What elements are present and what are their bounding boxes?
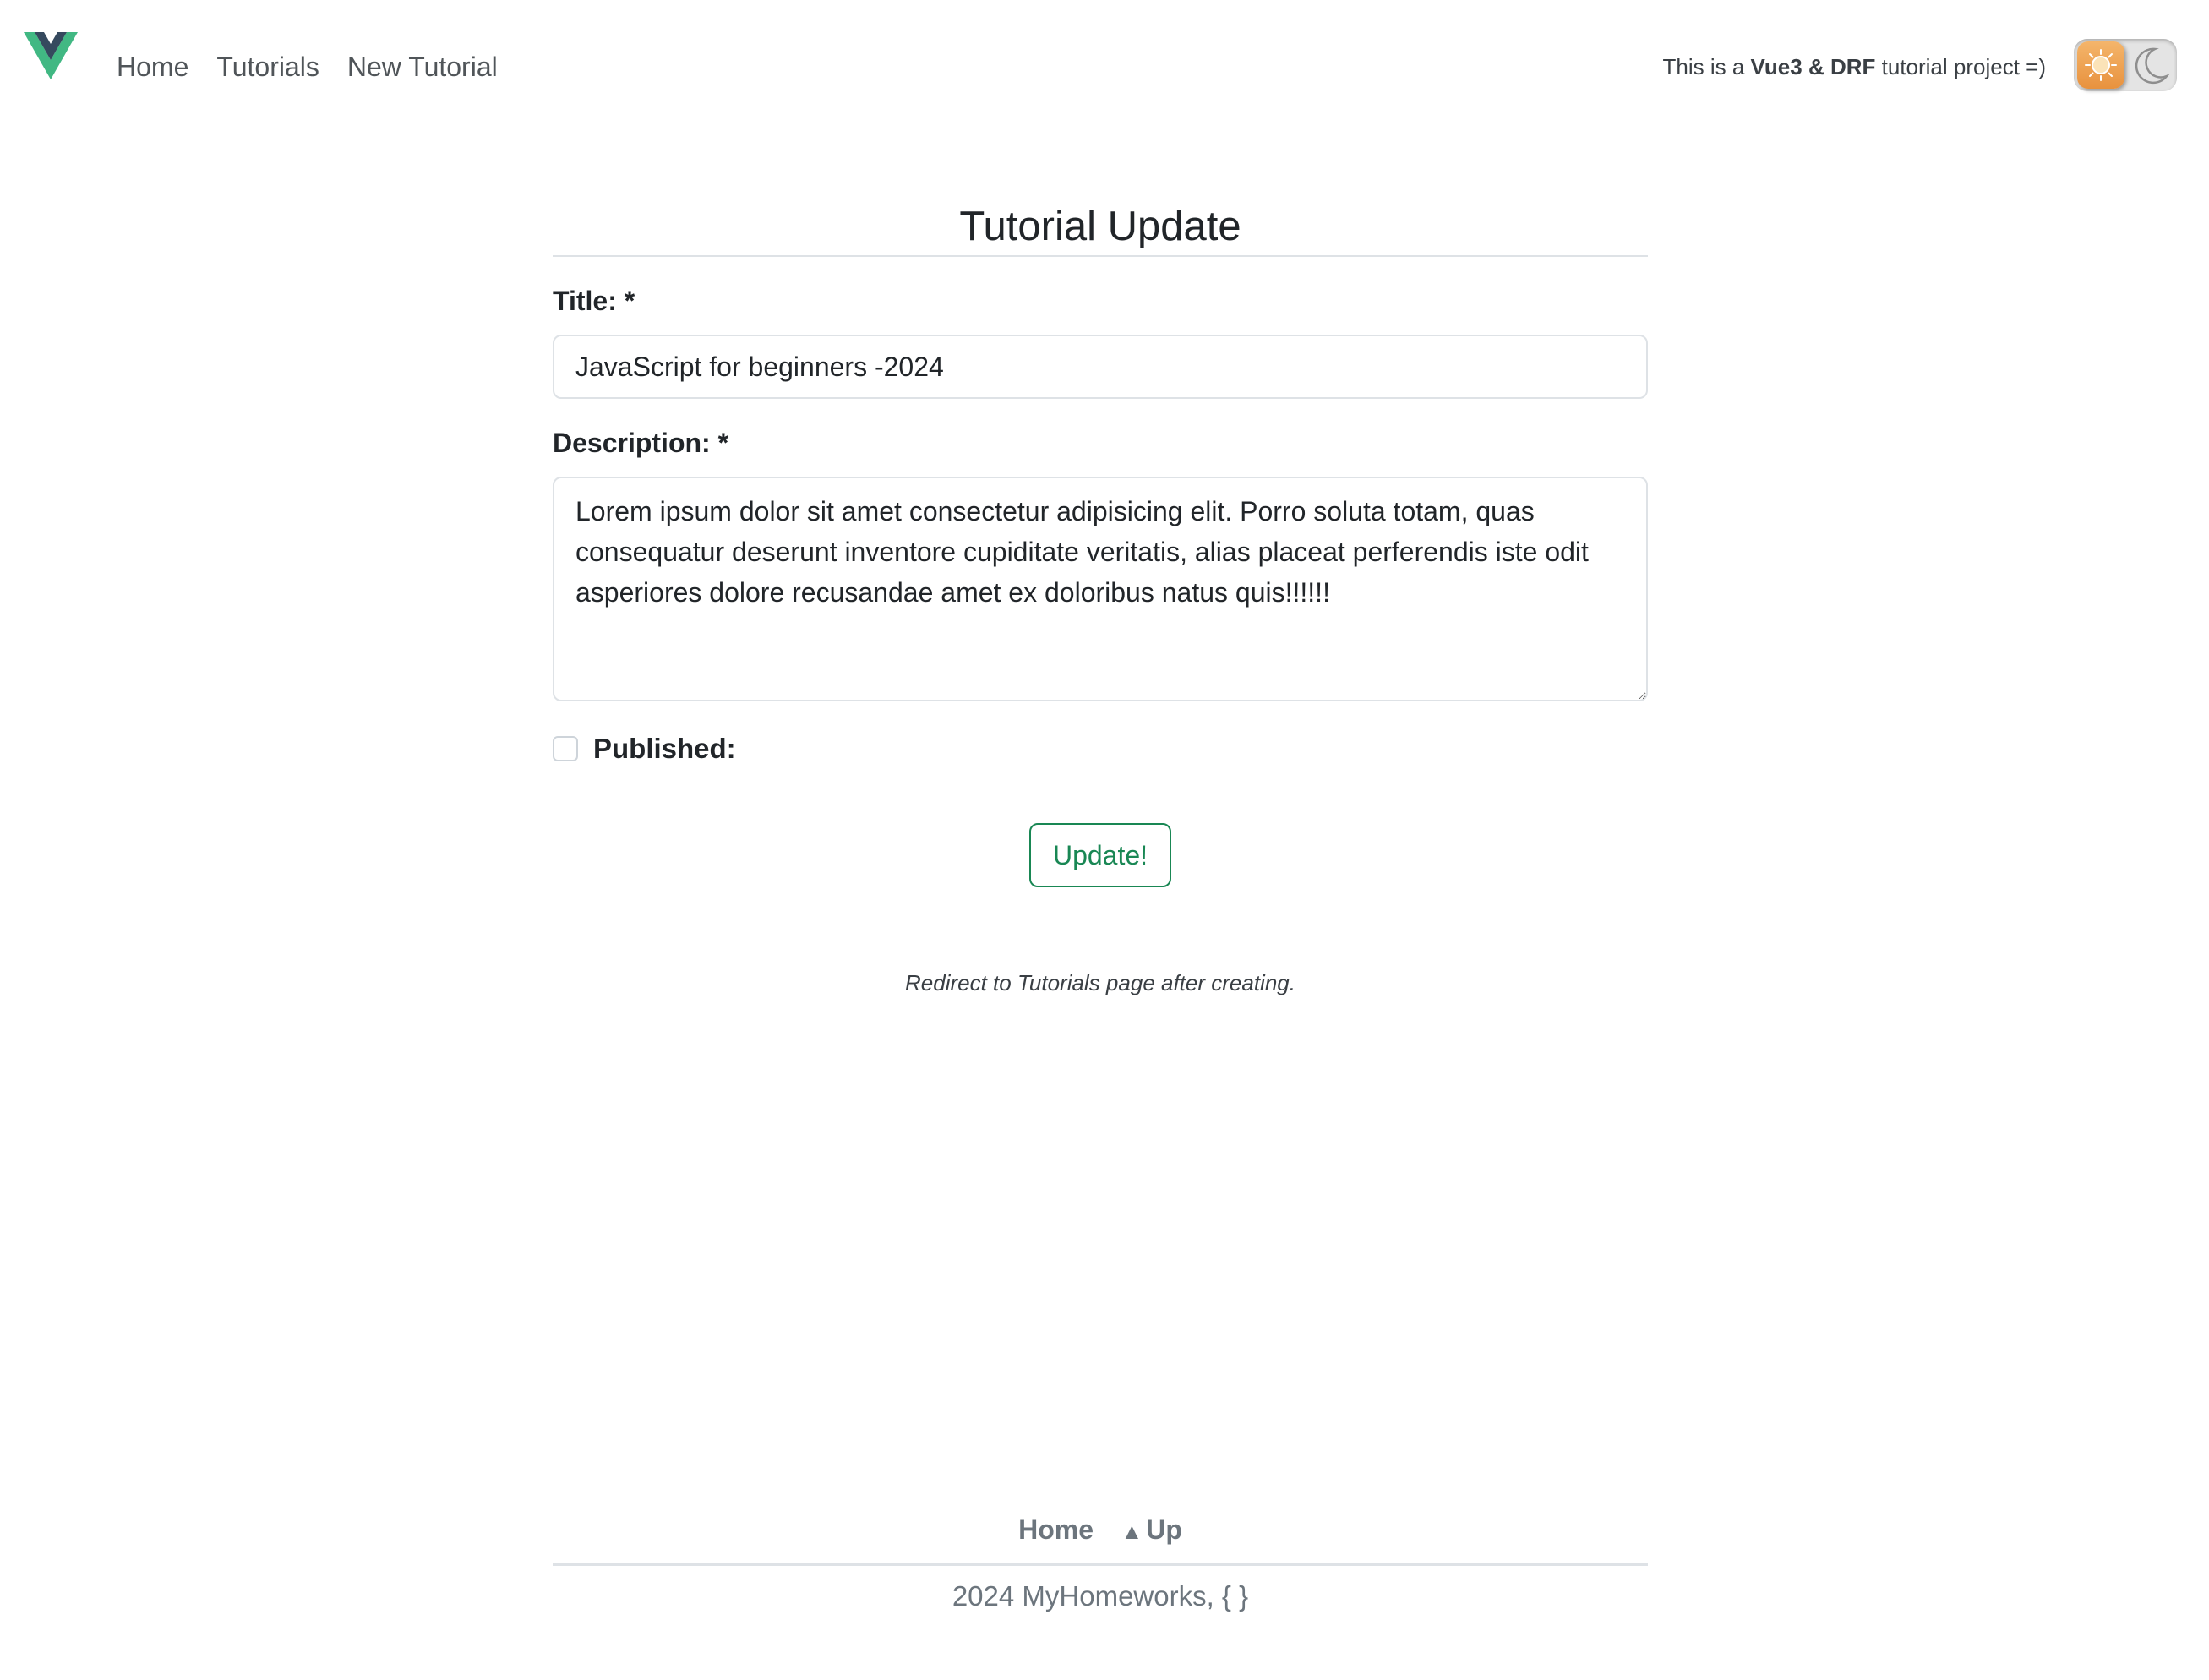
copyright-text: 2024 MyHomeworks, { } [952,1580,1249,1612]
description-textarea[interactable]: Lorem ipsum dolor sit amet consectetur a… [553,477,1648,701]
update-button[interactable]: Update! [1029,823,1171,887]
theme-toggle[interactable] [2074,39,2177,91]
vue-logo-icon[interactable] [24,32,78,79]
title-input[interactable] [553,335,1648,399]
tagline-prefix: This is a [1662,54,1745,79]
footer-up-link[interactable]: ▲ Up [1121,1514,1181,1545]
published-checkbox[interactable] [553,736,578,761]
tutorial-update-form: Tutorial Update Title: * Description: * … [553,193,1648,1018]
published-label[interactable]: Published: [593,733,736,765]
published-row: Published: [553,732,1648,766]
footer-nav: Home ▲ Up [553,1506,1648,1566]
redirect-note: Redirect to Tutorials page after creatin… [905,970,1295,995]
submit-row: Update! [553,823,1648,887]
title-label: Title: * [553,286,635,316]
nav-new-tutorial-link[interactable]: New Tutorial [347,44,498,90]
sun-icon [2085,49,2117,81]
nav-home-link[interactable]: Home [117,44,188,90]
footer-home-link[interactable]: Home [1018,1514,1094,1545]
up-arrow-icon: ▲ [1121,1519,1143,1544]
footer-up-label: Up [1146,1514,1182,1545]
theme-toggle-knob [2077,41,2124,89]
moon-icon [2135,47,2170,85]
description-label: Description: * [553,428,729,458]
page-title: Tutorial Update [553,193,1648,257]
nav-tutorials-link[interactable]: Tutorials [216,44,319,90]
footer: Home ▲ Up 2024 MyHomeworks, { } [553,1506,1648,1615]
tagline-highlight: Vue3 & DRF [1750,54,1876,79]
main-nav: Home Tutorials New Tutorial [117,44,526,90]
tagline-suffix: tutorial project =) [1881,54,2046,79]
project-tagline: This is a Vue3 & DRF tutorial project =) [1663,52,2047,81]
top-navbar: Home Tutorials New Tutorial This is a Vu… [0,0,2209,135]
